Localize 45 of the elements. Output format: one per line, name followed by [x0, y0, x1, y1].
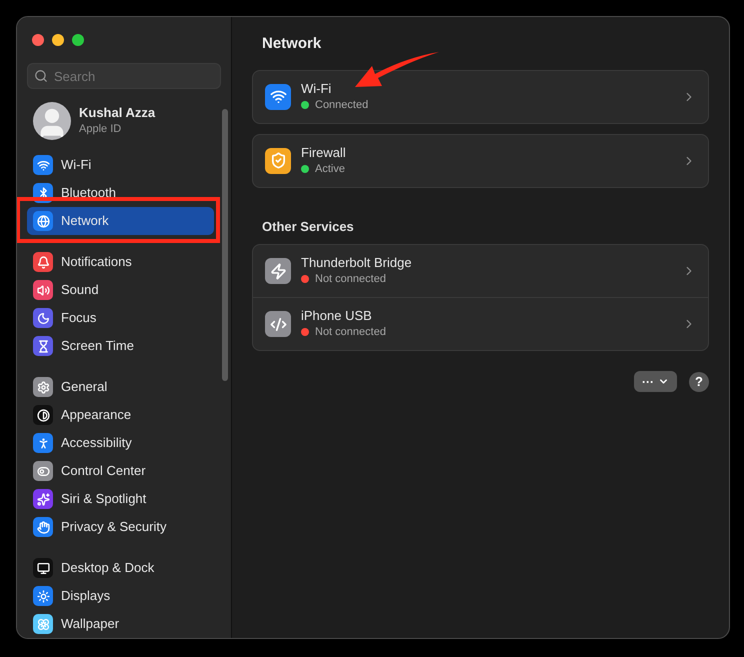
service-name: Wi-Fi [301, 80, 332, 96]
lightning-icon [265, 258, 291, 284]
sidebar-item[interactable]: Displays [27, 582, 214, 610]
service-status: Not connected [315, 325, 386, 340]
sidebar-item[interactable]: Bluetooth [27, 179, 214, 207]
service-status: Connected [315, 98, 368, 112]
sidebar-item[interactable]: Sound [27, 276, 214, 304]
section-title: Other Services [262, 218, 355, 236]
scrollbar[interactable] [222, 109, 228, 381]
sidebar-item[interactable]: Appearance [27, 401, 214, 429]
search-field[interactable]: Search [27, 63, 221, 89]
sidebar-item[interactable]: Accessibility [27, 429, 214, 457]
service-row[interactable]: iPhone USB Not connected [253, 298, 708, 350]
more-menu-button[interactable]: ··· [634, 371, 677, 392]
account-subtitle: Apple ID [79, 122, 122, 137]
sidebar-item[interactable]: Network [27, 207, 214, 235]
service-name: iPhone USB [301, 308, 373, 324]
wifi-icon [265, 84, 291, 110]
sidebar-item[interactable]: Wi-Fi [27, 151, 214, 179]
service-row[interactable]: Firewall Active [253, 134, 708, 186]
service-row[interactable]: Wi-Fi Connected [253, 70, 708, 122]
service-status: Not connected [315, 272, 386, 287]
sidebar-item[interactable]: General [27, 373, 214, 401]
service-row[interactable]: Thunderbolt Bridge Not connected [253, 245, 708, 297]
minimize-button[interactable] [52, 34, 64, 46]
avatar[interactable] [33, 102, 71, 140]
sidebar-item[interactable]: Focus [27, 304, 214, 332]
service-status: Active [315, 162, 345, 176]
search-icon [34, 69, 48, 83]
service-name: Firewall [301, 144, 347, 160]
service-name: Thunderbolt Bridge [301, 255, 413, 271]
sidebar-item[interactable]: Privacy & Security [27, 513, 214, 541]
page-title: Network [262, 34, 322, 54]
close-button[interactable] [32, 34, 44, 46]
account-name: Kushal Azza [79, 105, 156, 121]
sidebar-item[interactable]: Screen Time [27, 332, 214, 360]
sidebar-item[interactable]: Wallpaper [27, 610, 214, 638]
shield-icon [265, 148, 291, 174]
help-button[interactable]: ? [689, 372, 709, 392]
sidebar-item[interactable]: Control Center [27, 457, 214, 485]
zoom-button[interactable] [72, 34, 84, 46]
code-brackets-icon [265, 311, 291, 337]
sidebar-item[interactable]: Desktop & Dock [27, 554, 214, 582]
sidebar-item[interactable]: Siri & Spotlight [27, 485, 214, 513]
sidebar-item[interactable]: Notifications [27, 248, 214, 276]
